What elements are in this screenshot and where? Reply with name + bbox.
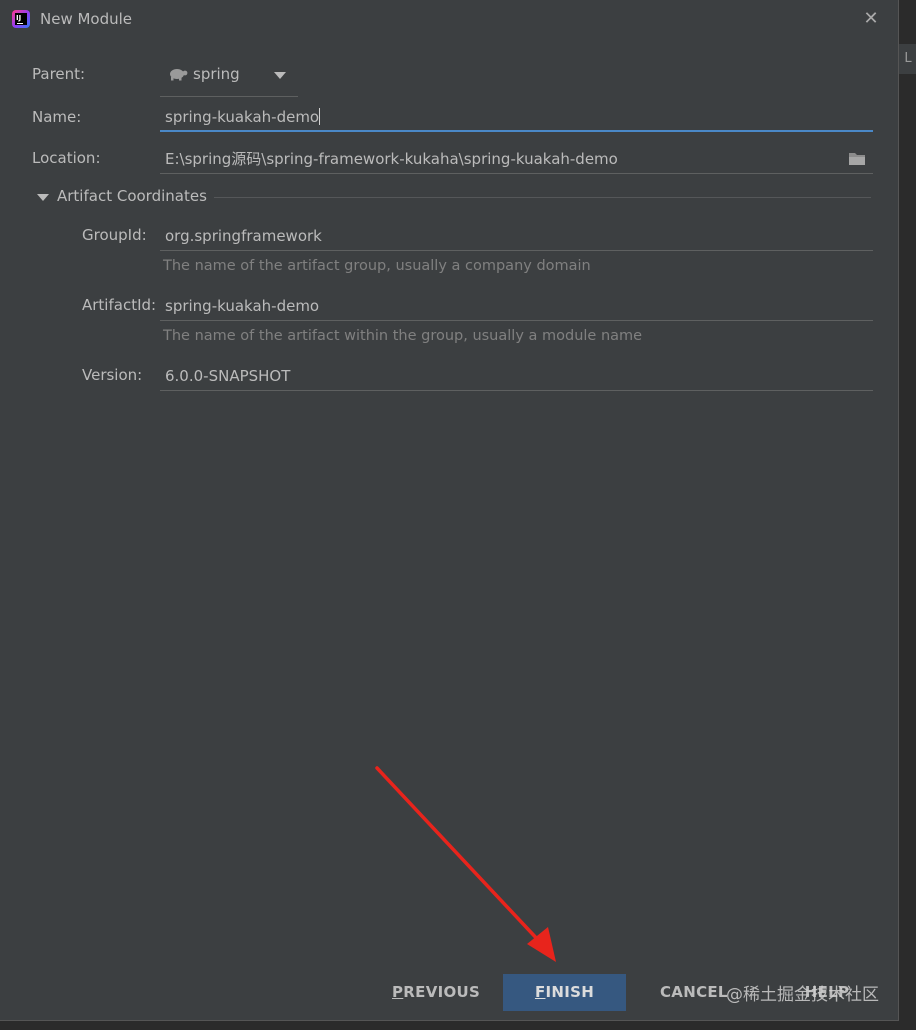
annotation-arrow (375, 766, 556, 962)
watermark: @稀土掘金技术社区 (726, 985, 879, 1005)
